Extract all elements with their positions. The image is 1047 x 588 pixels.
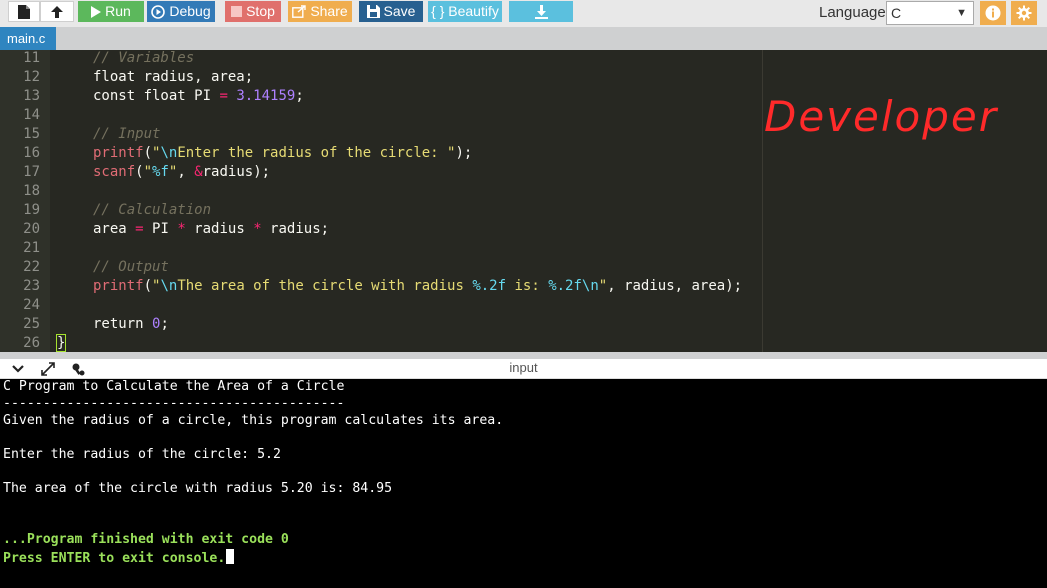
chevron-down-icon: ▼ <box>956 7 967 19</box>
console-line: ----------------------------------------… <box>3 396 345 411</box>
console-line: C Program to Calculate the Area of a Cir… <box>3 379 345 394</box>
code-line: printf("\nEnter the radius of the circle… <box>93 145 473 161</box>
line-number: 24 <box>23 297 40 313</box>
io-title: input <box>509 360 538 375</box>
download-icon <box>534 4 548 19</box>
share-button[interactable]: Share <box>288 1 352 22</box>
line-number: 13 <box>23 88 40 104</box>
code-line: // Input <box>93 126 161 142</box>
code-editor[interactable]: 11 12 13 14 15 16 17 18 19 20 21 22 23 2… <box>0 50 1047 352</box>
debug-button[interactable]: Debug <box>147 1 215 22</box>
share-icon <box>292 5 307 18</box>
upload-icon <box>51 5 63 18</box>
press-enter-line: Press ENTER to exit console. <box>3 549 235 566</box>
line-number: 20 <box>23 221 40 237</box>
line-number: 17 <box>23 164 40 180</box>
save-label: Save <box>383 3 416 19</box>
developer-watermark: Developer <box>764 92 999 141</box>
code-line: // Calculation <box>93 202 212 218</box>
code-line: area = PI * radius * radius; <box>93 221 330 237</box>
code-line: float radius, area; <box>93 69 254 85</box>
code-line: // Variables <box>93 50 195 66</box>
play-icon <box>91 5 102 18</box>
code-line-closing-brace: } <box>55 334 67 352</box>
beautify-label: { } Beautify <box>431 3 499 19</box>
console-output[interactable]: C Program to Calculate the Area of a Cir… <box>0 379 1047 588</box>
save-button[interactable]: Save <box>359 1 423 22</box>
tab-main-c[interactable]: main.c <box>0 27 56 50</box>
language-value: C <box>891 5 902 21</box>
exit-code-line: ...Program finished with exit code 0 <box>3 532 289 547</box>
new-file-icon <box>18 4 30 19</box>
language-label: Language <box>819 4 886 21</box>
upload-button[interactable] <box>40 1 74 22</box>
line-number: 12 <box>23 69 40 85</box>
line-number: 22 <box>23 259 40 275</box>
run-button[interactable]: Run <box>78 1 144 22</box>
line-number-gutter: 11 12 13 14 15 16 17 18 19 20 21 22 23 2… <box>0 50 50 352</box>
console-cursor <box>226 549 235 564</box>
print-margin <box>762 50 763 352</box>
line-number: 23 <box>23 278 40 294</box>
line-number: 16 <box>23 145 40 161</box>
code-line: printf("\nThe area of the circle with ra… <box>93 278 743 294</box>
code-line: const float PI = 3.14159; <box>93 88 304 104</box>
language-select[interactable]: C ▼ <box>886 1 974 25</box>
line-number: 26 <box>23 335 40 351</box>
line-number: 15 <box>23 126 40 142</box>
gear-icon <box>1016 5 1032 21</box>
toolbar: Run Debug Stop Share Save { } Beautify L… <box>0 0 1047 27</box>
pane-splitter[interactable] <box>0 352 1047 359</box>
io-header: input <box>0 359 1047 379</box>
run-label: Run <box>105 3 131 19</box>
line-number: 19 <box>23 202 40 218</box>
press-enter-text: Press ENTER to exit console. <box>3 551 226 566</box>
console-line: The area of the circle with radius 5.20 … <box>3 481 393 496</box>
line-number: 14 <box>23 107 40 123</box>
settings-button[interactable] <box>1011 1 1037 25</box>
file-tab-bar: main.c <box>0 27 1047 50</box>
code-line: scanf("%f", &radius); <box>93 164 271 180</box>
new-file-button[interactable] <box>8 1 40 22</box>
stop-icon <box>231 6 243 17</box>
line-number: 11 <box>23 50 40 66</box>
closing-brace: } <box>55 334 67 352</box>
info-icon <box>985 5 1001 21</box>
stop-label: Stop <box>246 3 275 19</box>
download-button[interactable] <box>509 1 573 22</box>
console-line: Given the radius of a circle, this progr… <box>3 413 504 428</box>
save-icon <box>366 5 380 18</box>
line-number: 18 <box>23 183 40 199</box>
console-line: Enter the radius of the circle: 5.2 <box>3 447 281 462</box>
share-label: Share <box>310 3 348 19</box>
debug-label: Debug <box>169 3 211 19</box>
debug-icon <box>151 4 166 19</box>
stop-button[interactable]: Stop <box>225 1 281 22</box>
line-number: 21 <box>23 240 40 256</box>
code-line: // Output <box>93 259 169 275</box>
line-number: 25 <box>23 316 40 332</box>
code-line: return 0; <box>93 316 169 332</box>
info-button[interactable] <box>980 1 1006 25</box>
beautify-button[interactable]: { } Beautify <box>428 1 502 22</box>
